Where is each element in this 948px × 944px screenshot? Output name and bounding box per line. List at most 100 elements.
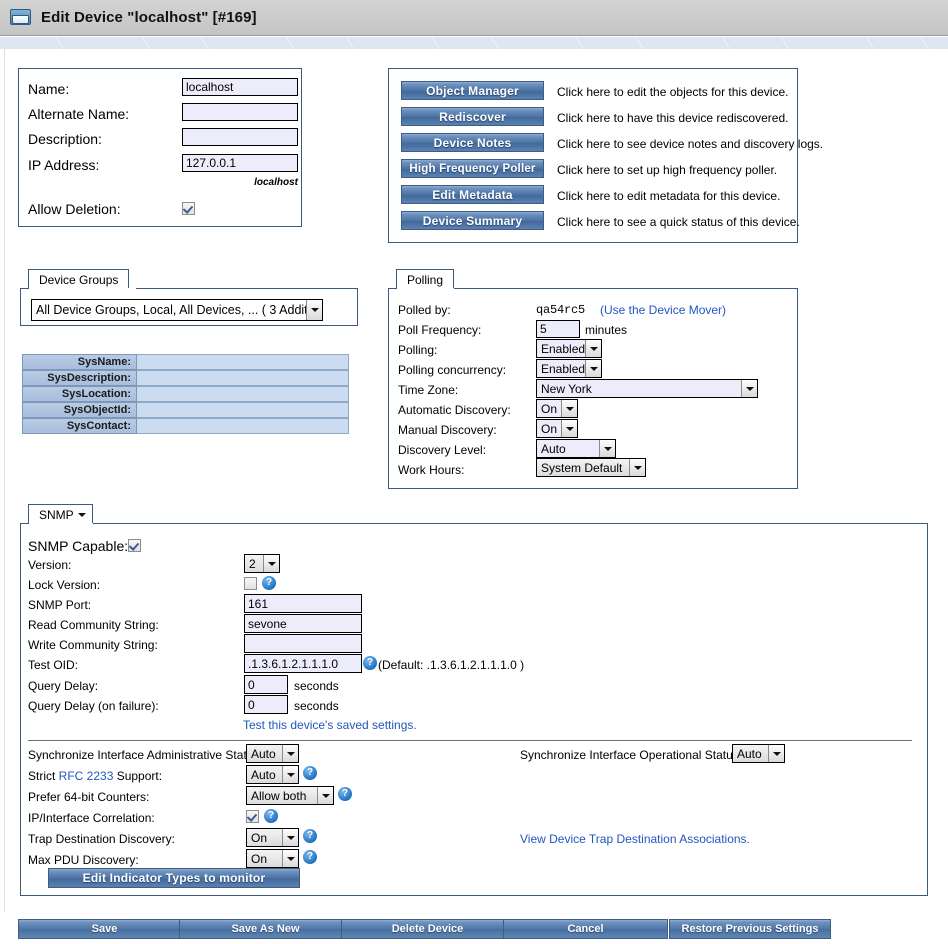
test-saved-settings-link[interactable]: Test this device's saved settings. — [243, 718, 417, 732]
strict-rfc-prefix: Strict — [28, 769, 59, 783]
table-row: SysDescription: — [22, 370, 349, 386]
chevron-down-icon[interactable] — [282, 745, 298, 762]
chevron-down-icon[interactable] — [306, 300, 322, 320]
save-button[interactable]: Save — [18, 919, 191, 939]
read-community-input[interactable]: sevone — [244, 614, 362, 633]
sysname-value — [137, 354, 349, 370]
chevron-down-icon[interactable] — [282, 829, 298, 846]
device-notes-button[interactable]: Device Notes — [401, 133, 544, 152]
work-hours-label: Work Hours: — [398, 463, 465, 477]
alternate-name-input[interactable] — [182, 103, 298, 121]
lock-version-label: Lock Version: — [28, 578, 101, 592]
discovery-level-selected-value: Auto — [541, 441, 566, 456]
read-community-label: Read Community String: — [28, 618, 159, 632]
save-as-new-button[interactable]: Save As New — [179, 919, 352, 939]
lock-version-checkbox[interactable] — [244, 577, 257, 590]
sync-admin-status-select[interactable]: Auto — [246, 744, 299, 763]
restore-previous-settings-button[interactable]: Restore Previous Settings — [669, 919, 831, 939]
chevron-down-icon[interactable] — [77, 513, 86, 517]
polling-select[interactable]: Enabled — [536, 339, 602, 358]
sysdescription-value — [137, 370, 349, 386]
chevron-down-icon[interactable] — [282, 766, 298, 783]
chevron-down-icon[interactable] — [629, 459, 645, 476]
manual-discovery-select[interactable]: On — [536, 419, 578, 438]
prefer-64bit-counters-select[interactable]: Allow both — [246, 786, 334, 805]
write-community-input[interactable] — [244, 634, 362, 653]
chevron-down-icon[interactable] — [599, 440, 615, 457]
time-zone-select[interactable]: New York — [536, 379, 758, 398]
view-trap-destination-associations-link[interactable]: View Device Trap Destination Association… — [520, 832, 750, 846]
strict-rfc-select[interactable]: Auto — [246, 765, 299, 784]
device-groups-select[interactable]: All Device Groups, Local, All Devices, .… — [31, 299, 323, 321]
sysname-key: SysName: — [22, 354, 137, 370]
chevron-down-icon[interactable] — [263, 555, 279, 572]
chevron-down-icon[interactable] — [585, 360, 601, 377]
delete-device-button[interactable]: Delete Device — [341, 919, 514, 939]
help-icon[interactable]: ? — [262, 576, 276, 590]
snmp-tab-label: SNMP — [39, 508, 74, 522]
discovery-level-select[interactable]: Auto — [536, 439, 616, 458]
device-summary-button[interactable]: Device Summary — [401, 211, 544, 230]
query-delay-input[interactable]: 0 — [244, 675, 288, 694]
polled-by-label: Polled by: — [398, 303, 451, 317]
poll-frequency-input[interactable]: 5 — [536, 320, 580, 338]
automatic-discovery-select[interactable]: On — [536, 399, 578, 418]
table-row: SysName: — [22, 354, 349, 370]
polling-concurrency-label: Polling concurrency: — [398, 363, 507, 377]
name-input[interactable]: localhost — [182, 78, 298, 96]
max-pdu-discovery-label: Max PDU Discovery: — [28, 853, 139, 867]
help-icon[interactable]: ? — [363, 656, 377, 670]
name-label: Name: — [28, 81, 70, 97]
tab-snmp[interactable]: SNMP — [28, 504, 93, 524]
edit-indicator-types-button[interactable]: Edit Indicator Types to monitor — [48, 868, 300, 888]
rediscover-button[interactable]: Rediscover — [401, 107, 544, 126]
chevron-down-icon[interactable] — [561, 420, 577, 437]
cancel-button[interactable]: Cancel — [503, 919, 668, 939]
polled-by-value: qa54rc5 — [536, 303, 586, 317]
chevron-down-icon[interactable] — [561, 400, 577, 417]
max-pdu-discovery-select[interactable]: On — [246, 849, 299, 868]
tab-device-groups[interactable]: Device Groups — [28, 269, 130, 289]
object-manager-button[interactable]: Object Manager — [401, 81, 544, 100]
trap-destination-discovery-select[interactable]: On — [246, 828, 299, 847]
work-hours-select[interactable]: System Default — [536, 458, 646, 477]
rediscover-description: Click here to have this device rediscove… — [557, 111, 789, 125]
help-icon[interactable]: ? — [303, 850, 317, 864]
device-notes-description: Click here to see device notes and disco… — [557, 137, 824, 151]
description-input[interactable] — [182, 128, 298, 146]
ip-address-input[interactable]: 127.0.0.1 — [182, 154, 298, 172]
use-device-mover-link[interactable]: (Use the Device Mover) — [600, 303, 726, 317]
edit-metadata-button[interactable]: Edit Metadata — [401, 185, 544, 204]
discovery-level-label: Discovery Level: — [398, 443, 487, 457]
poll-frequency-units: minutes — [585, 323, 628, 337]
ip-interface-correlation-label: IP/Interface Correlation: — [28, 811, 155, 825]
sync-operational-status-select[interactable]: Auto — [732, 744, 785, 763]
snmp-port-input[interactable]: 161 — [244, 594, 362, 613]
automatic-discovery-selected-value: On — [541, 401, 558, 416]
chevron-down-icon[interactable] — [317, 787, 333, 804]
help-icon[interactable]: ? — [338, 787, 352, 801]
help-icon[interactable]: ? — [264, 809, 278, 823]
help-icon[interactable]: ? — [303, 829, 317, 843]
version-select[interactable]: 2 — [244, 554, 280, 573]
device-summary-description: Click here to see a quick status of this… — [557, 215, 800, 229]
chevron-down-icon[interactable] — [741, 380, 757, 397]
chevron-down-icon[interactable] — [768, 745, 784, 762]
rfc-2233-link[interactable]: RFC 2233 — [59, 769, 114, 783]
query-delay-failure-input[interactable]: 0 — [244, 695, 288, 714]
test-oid-input[interactable]: .1.3.6.1.2.1.1.1.0 — [244, 654, 362, 673]
chevron-down-icon[interactable] — [282, 850, 298, 867]
version-selected-value: 2 — [249, 556, 256, 571]
tab-polling[interactable]: Polling — [396, 269, 455, 289]
high-frequency-poller-button[interactable]: High Frequency Poller — [401, 159, 544, 178]
device-groups-selected-value: All Device Groups, Local, All Devices, .… — [36, 303, 306, 317]
chevron-down-icon[interactable] — [585, 340, 601, 357]
high-frequency-poller-description: Click here to set up high frequency poll… — [557, 163, 778, 177]
ip-interface-correlation-checkbox[interactable] — [246, 810, 259, 823]
help-icon[interactable]: ? — [303, 766, 317, 780]
time-zone-selected-value: New York — [541, 381, 592, 396]
polling-concurrency-select[interactable]: Enabled — [536, 359, 602, 378]
allow-deletion-checkbox[interactable] — [182, 202, 195, 215]
strict-rfc-value: Auto — [251, 767, 276, 782]
snmp-capable-checkbox[interactable] — [128, 539, 141, 552]
